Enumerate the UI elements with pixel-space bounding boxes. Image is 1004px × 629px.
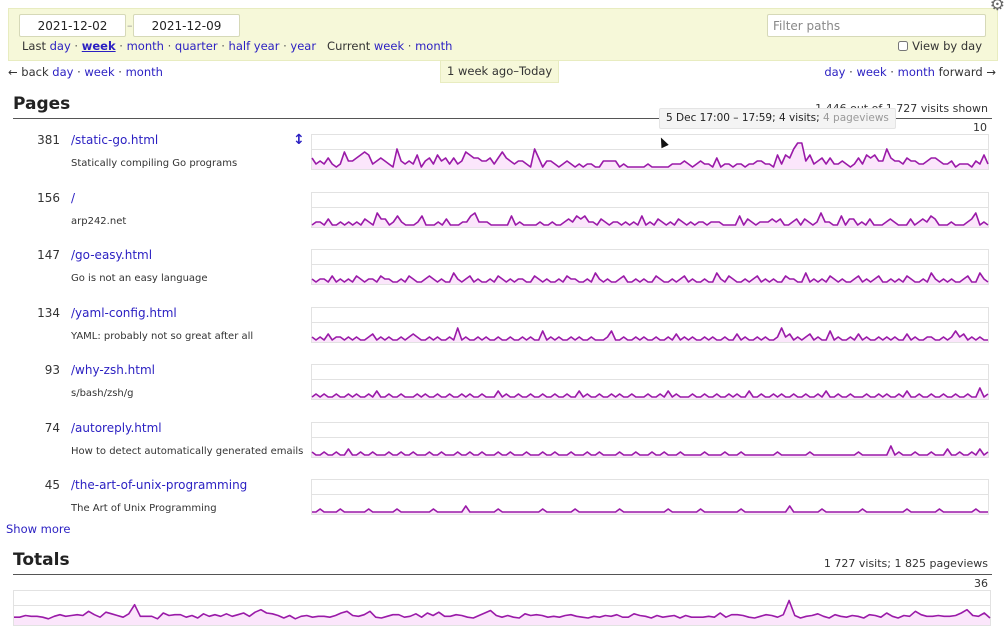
last-week-link[interactable]: week: [82, 39, 116, 53]
visit-count: 93: [44, 363, 60, 377]
filter-paths-input[interactable]: [767, 14, 986, 37]
page-path-link[interactable]: /the-art-of-unix-programming: [71, 478, 247, 492]
view-by-day-checkbox[interactable]: [898, 41, 909, 51]
show-more-link[interactable]: Show more: [6, 522, 70, 536]
tooltip-pageviews: 4 pageviews: [823, 112, 889, 124]
page-row: 45/the-art-of-unix-programming The Art of…: [0, 473, 1004, 530]
page-chart[interactable]: [311, 191, 989, 228]
back-day-link[interactable]: day: [52, 65, 73, 79]
last-year-link[interactable]: year: [290, 39, 316, 53]
last-quarter-link[interactable]: quarter: [175, 39, 218, 53]
page-row: 156 / arp242.net: [0, 186, 1004, 243]
period-selector: Last day · week · month · quarter · half…: [22, 39, 453, 53]
view-by-day-toggle[interactable]: View by day: [898, 39, 982, 53]
start-date-input[interactable]: [19, 14, 126, 37]
back-month-link[interactable]: month: [126, 65, 163, 79]
page-path-link[interactable]: /why-zsh.html: [71, 363, 155, 377]
nav-forward: day · week · month forward →: [824, 65, 996, 79]
page-chart[interactable]: [311, 249, 989, 285]
chart-tooltip: 5 Dec 17:00 – 17:59; 4 visits; 4 pagevie…: [659, 108, 896, 129]
chart-svg: [311, 421, 989, 458]
last-label: Last: [22, 39, 46, 53]
page-row: 147/go-easy.html Go is not an easy langua…: [0, 243, 1004, 300]
page-title: arp242.net: [71, 215, 127, 227]
current-label: Current: [327, 39, 371, 53]
chart-svg: [13, 590, 991, 626]
page-title: Statically compiling Go programs: [71, 158, 238, 169]
tooltip-visits: 4 visits;: [779, 112, 820, 124]
totals-rule: [13, 574, 992, 575]
visit-count: 134: [37, 305, 60, 320]
chart-frame: [311, 479, 989, 515]
filter-bar: – Last day · week · month · quarter · ha…: [8, 8, 998, 61]
chart-svg: [311, 364, 989, 400]
page-title: YAML: probably not so great after all: [71, 330, 254, 342]
page-path-link[interactable]: /: [71, 191, 75, 205]
visit-count: 381: [37, 133, 60, 147]
expand-icon[interactable]: ↕: [293, 132, 305, 148]
page-path-link[interactable]: /yaml-config.html: [71, 306, 177, 320]
totals-summary: 1 727 visits; 1 825 pageviews: [823, 557, 988, 570]
page-chart[interactable]: [311, 364, 989, 400]
visit-count: 156: [37, 190, 60, 205]
end-date-input[interactable]: [133, 14, 240, 37]
chart-svg: [311, 479, 989, 515]
page-path-link[interactable]: /go-easy.html: [71, 248, 152, 262]
back-week-link[interactable]: week: [84, 65, 114, 79]
last-half-year-link[interactable]: half year: [229, 39, 280, 53]
chart-svg: [311, 249, 989, 285]
date-separator: –: [127, 19, 133, 32]
page-title: How to detect automatically generated em…: [71, 445, 304, 457]
last-month-link[interactable]: month: [127, 39, 164, 53]
page-chart[interactable]: [311, 306, 989, 343]
page-chart[interactable]: [311, 421, 989, 458]
page-chart[interactable]: [311, 479, 989, 515]
page-path-link[interactable]: /static-go.html: [71, 133, 158, 147]
page-path-link[interactable]: /autoreply.html: [71, 421, 162, 435]
forward-label: forward →: [938, 65, 996, 79]
forward-month-link[interactable]: month: [898, 65, 935, 79]
period-label: 1 week ago–Today: [440, 61, 560, 83]
forward-day-link[interactable]: day: [824, 65, 845, 79]
page-chart[interactable]: [311, 134, 989, 170]
chart-svg: [311, 134, 989, 170]
page-row: 93/why-zsh.html s/bash/zsh/g: [0, 358, 1004, 415]
page-title: Go is not an easy language: [71, 273, 208, 284]
totals-heading: Totals: [13, 550, 70, 570]
visit-count: 45: [44, 478, 60, 492]
page-title: s/bash/zsh/g: [71, 388, 134, 399]
totals-chart[interactable]: [13, 590, 991, 626]
current-month-link[interactable]: month: [415, 39, 452, 53]
pages-heading: Pages: [13, 94, 71, 114]
page-row: 74/autoreply.html How to detect automatic…: [0, 416, 1004, 473]
chart-svg: [311, 306, 989, 343]
visit-count: 74: [44, 420, 60, 435]
forward-week-link[interactable]: week: [856, 65, 886, 79]
last-day-link[interactable]: day: [50, 39, 71, 53]
back-label: ← back: [8, 65, 49, 79]
view-by-day-label: View by day: [912, 39, 982, 53]
page-row: 134/yaml-config.html YAML: probably not s…: [0, 301, 1004, 358]
visit-count: 147: [37, 248, 60, 262]
page-row: 381/static-go.html Statically compiling G…: [0, 128, 1004, 185]
nav-back: ← back day · week · month: [8, 65, 163, 79]
current-week-link[interactable]: week: [374, 39, 404, 53]
totals-max-label: 36: [974, 577, 988, 590]
tooltip-time: 5 Dec 17:00 – 17:59;: [666, 112, 776, 124]
gear-icon[interactable]: ⚙: [990, 0, 1004, 14]
chart-svg: [311, 191, 989, 228]
page-title: The Art of Unix Programming: [71, 503, 217, 514]
